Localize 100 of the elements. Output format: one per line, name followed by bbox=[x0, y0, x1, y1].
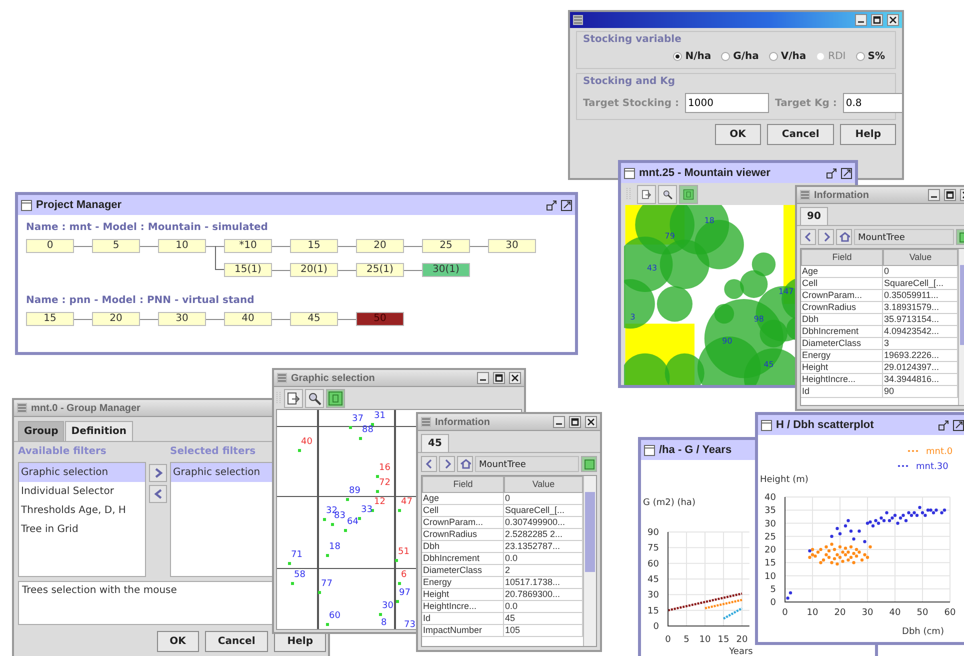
radio-label: S% bbox=[868, 51, 885, 62]
minimize-button[interactable] bbox=[826, 168, 837, 178]
step-node[interactable]: 20(1) bbox=[290, 263, 338, 277]
maximize-button[interactable] bbox=[493, 372, 505, 384]
title-bar[interactable]: Project Manager bbox=[18, 195, 575, 215]
dialog-button[interactable]: Cancel bbox=[204, 631, 268, 652]
title-bar[interactable]: Information bbox=[418, 414, 600, 431]
scroll-thumb[interactable] bbox=[585, 492, 595, 572]
dialog-button[interactable]: OK bbox=[156, 631, 199, 652]
step-node[interactable]: 30 bbox=[158, 312, 206, 326]
list-item[interactable]: Individual Selector bbox=[19, 482, 145, 501]
minimize-button[interactable] bbox=[938, 420, 949, 430]
radio-button[interactable] bbox=[856, 52, 865, 61]
maximize-button[interactable] bbox=[841, 168, 852, 178]
tab[interactable]: Group bbox=[18, 421, 64, 441]
export-button[interactable] bbox=[284, 388, 303, 408]
connector-line bbox=[206, 318, 224, 320]
zoom-button[interactable] bbox=[658, 184, 677, 204]
square-icon bbox=[584, 458, 594, 470]
list-item[interactable]: Thresholds Age, D, H bbox=[19, 501, 145, 520]
step-node[interactable]: 25 bbox=[422, 239, 470, 253]
data-point bbox=[830, 542, 834, 546]
step-node[interactable]: 15(1) bbox=[224, 263, 272, 277]
home-button[interactable] bbox=[457, 456, 473, 472]
column-header[interactable]: Value bbox=[504, 476, 583, 493]
step-node[interactable]: 10 bbox=[158, 239, 206, 253]
step-node[interactable]: *10 bbox=[224, 239, 272, 253]
window-title: H / Dbh scatterplot bbox=[776, 419, 874, 431]
step-node[interactable]: 15 bbox=[290, 239, 338, 253]
filter-button[interactable] bbox=[679, 184, 698, 204]
table-cell: Age bbox=[422, 493, 504, 505]
back-button[interactable] bbox=[421, 456, 437, 472]
table-cell: DiameterClass bbox=[422, 565, 504, 577]
step-node[interactable]: 40 bbox=[224, 312, 272, 326]
data-point bbox=[838, 545, 842, 548]
step-node[interactable]: 30(1) bbox=[422, 263, 470, 277]
tab[interactable]: 45 bbox=[421, 434, 449, 452]
step-node[interactable]: 20 bbox=[356, 239, 404, 253]
close-button[interactable] bbox=[887, 14, 899, 26]
tick-label: 10 bbox=[764, 572, 776, 582]
tree-label: 30 bbox=[382, 602, 394, 611]
data-point bbox=[836, 562, 839, 566]
text-field[interactable]: 1000 bbox=[685, 93, 770, 113]
column-header[interactable]: Field bbox=[801, 249, 883, 266]
tick-label: 60 bbox=[648, 559, 659, 570]
text-field[interactable]: 0.8 bbox=[842, 93, 902, 113]
table-cell: HeightIncre... bbox=[801, 374, 883, 386]
scrollbar[interactable] bbox=[583, 476, 596, 646]
step-node[interactable]: 30 bbox=[488, 239, 536, 253]
dialog-button[interactable]: OK bbox=[714, 124, 761, 145]
title-bar[interactable]: mnt.25 - Mountain viewer bbox=[621, 163, 855, 183]
title-bar[interactable]: Graphic selection bbox=[274, 370, 524, 387]
list-item[interactable]: Tree in Grid bbox=[19, 520, 145, 539]
add-button[interactable] bbox=[149, 464, 167, 482]
minimize-button[interactable] bbox=[553, 416, 565, 428]
title-bar[interactable] bbox=[570, 12, 902, 28]
maximize-icon bbox=[570, 417, 580, 427]
export-button[interactable] bbox=[637, 184, 656, 204]
radio-button[interactable] bbox=[673, 52, 682, 61]
column-header[interactable]: Value bbox=[883, 249, 958, 266]
tab[interactable]: 90 bbox=[800, 207, 828, 225]
list-item[interactable]: Graphic selection bbox=[19, 463, 145, 482]
close-button[interactable] bbox=[585, 416, 597, 428]
title-bar[interactable]: H / Dbh scatterplot bbox=[758, 415, 964, 435]
close-button[interactable] bbox=[509, 372, 521, 384]
radio-button[interactable] bbox=[768, 52, 778, 61]
step-node[interactable]: 5 bbox=[92, 239, 140, 253]
forward-button[interactable] bbox=[818, 229, 834, 245]
data-point bbox=[838, 532, 842, 536]
step-node[interactable]: 15 bbox=[26, 312, 74, 326]
forward-button[interactable] bbox=[439, 456, 455, 472]
maximize-button[interactable] bbox=[944, 189, 956, 201]
step-node[interactable]: 20 bbox=[92, 312, 140, 326]
step-node[interactable]: 45 bbox=[290, 312, 338, 326]
zoom-button[interactable] bbox=[305, 388, 324, 408]
window-title: Information bbox=[814, 190, 869, 200]
minimize-button[interactable] bbox=[477, 372, 489, 384]
column-header[interactable]: Field bbox=[422, 476, 504, 493]
step-node[interactable]: 25(1) bbox=[356, 263, 404, 277]
maximize-button[interactable] bbox=[561, 200, 572, 210]
table-cell: Height bbox=[422, 589, 504, 601]
remove-button[interactable] bbox=[149, 485, 167, 503]
radio-button[interactable] bbox=[721, 52, 730, 61]
back-button[interactable] bbox=[800, 229, 816, 245]
legend-label: mnt.0 bbox=[926, 447, 953, 457]
home-button[interactable] bbox=[836, 229, 852, 245]
tree-label: 47 bbox=[401, 498, 412, 507]
minimize-button[interactable] bbox=[855, 14, 867, 26]
step-node[interactable]: 0 bbox=[26, 239, 74, 253]
dialog-button[interactable]: Help bbox=[840, 124, 896, 145]
tree-point bbox=[346, 498, 349, 501]
maximize-button[interactable] bbox=[953, 420, 964, 430]
minimize-button[interactable] bbox=[546, 200, 557, 210]
dialog-button[interactable]: Cancel bbox=[766, 124, 834, 145]
title-bar[interactable]: Information bbox=[797, 187, 964, 204]
data-point bbox=[830, 534, 834, 538]
minimize-button[interactable] bbox=[928, 189, 940, 201]
maximize-button[interactable] bbox=[871, 14, 883, 26]
maximize-button[interactable] bbox=[569, 416, 581, 428]
tab[interactable]: Definition bbox=[65, 421, 133, 441]
